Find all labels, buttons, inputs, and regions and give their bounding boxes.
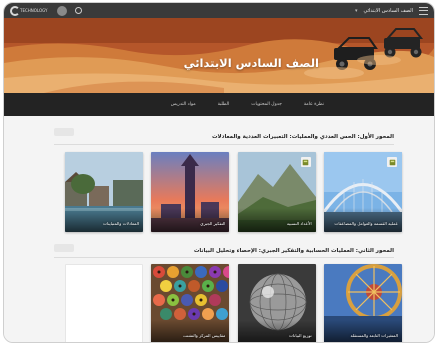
- unit-card[interactable]: عملية القسمة والعوامل والمضاعفات: [324, 152, 402, 232]
- card-title: المتغيرات التابعة والمستقلة: [350, 333, 398, 338]
- unit-card[interactable]: المعادلات والمتباينات: [65, 152, 144, 232]
- divider: [54, 257, 394, 258]
- user-avatar[interactable]: [56, 5, 67, 16]
- tab-students[interactable]: الطلبة: [218, 102, 230, 107]
- unit-card[interactable]: الأعداد النسبية: [237, 152, 316, 232]
- unit-card[interactable]: مقاييس المركز والتشتت: [151, 264, 230, 342]
- section-title: المحور الثاني: العمليات الحسابية والتفكي…: [193, 248, 394, 254]
- card-row: عملية القسمة والعوامل والمضاعفات الأعداد…: [65, 152, 402, 232]
- card-title: المعادلات والمتباينات: [103, 221, 140, 226]
- tab-teaching-materials[interactable]: مواد التدريس: [171, 102, 196, 107]
- logo[interactable]: TECHNOLOGY: [10, 5, 50, 16]
- tab-table-of-contents[interactable]: جدول المحتويات: [251, 102, 282, 107]
- page-title: الصف السادس الابتدائي: [183, 56, 319, 70]
- chevron-down-icon[interactable]: ▾: [355, 8, 358, 14]
- card-title: الأعداد النسبية: [286, 221, 312, 226]
- unit-card-empty[interactable]: [65, 264, 144, 342]
- menu-icon[interactable]: [419, 6, 428, 15]
- card-row: المتغيرات التابعة والمستقلة توزيع البيان…: [65, 264, 402, 342]
- calculator-icon: [300, 157, 311, 167]
- placeholder-strip: [54, 128, 74, 136]
- course-nav: نظرة عامة جدول المحتويات الطلبة مواد الت…: [4, 93, 434, 116]
- logo-text: TECHNOLOGY: [20, 7, 48, 13]
- logo-mark: [10, 5, 20, 16]
- placeholder-strip: [54, 244, 74, 252]
- hero-banner: الصف السادس الابتدائي: [4, 18, 434, 93]
- top-bar: الصف السادس الابتدائي ▾ TECHNOLOGY: [4, 3, 434, 18]
- search-icon[interactable]: [74, 7, 82, 14]
- tab-overview[interactable]: نظرة عامة: [304, 102, 324, 107]
- content-area: المحور الأول: الحس العددي والعمليات: الت…: [4, 116, 434, 342]
- section-title: المحور الأول: الحس العددي والعمليات: الت…: [212, 134, 394, 140]
- course-title[interactable]: الصف السادس الابتدائي: [363, 8, 413, 14]
- unit-card[interactable]: التفكير الجبري: [151, 152, 230, 232]
- card-title: التفكير الجبري: [200, 221, 226, 226]
- calculator-icon: [387, 157, 397, 167]
- unit-card[interactable]: توزيع البيانات: [237, 264, 316, 342]
- card-title: توزيع البيانات: [288, 333, 312, 338]
- card-title: عملية القسمة والعوامل والمضاعفات: [334, 221, 398, 226]
- app-window: الصف السادس الابتدائي ▾ TECHNOLOGY الصف …: [3, 2, 435, 343]
- card-title: مقاييس المركز والتشتت: [182, 333, 226, 338]
- divider: [54, 144, 394, 145]
- unit-card[interactable]: المتغيرات التابعة والمستقلة: [324, 264, 402, 342]
